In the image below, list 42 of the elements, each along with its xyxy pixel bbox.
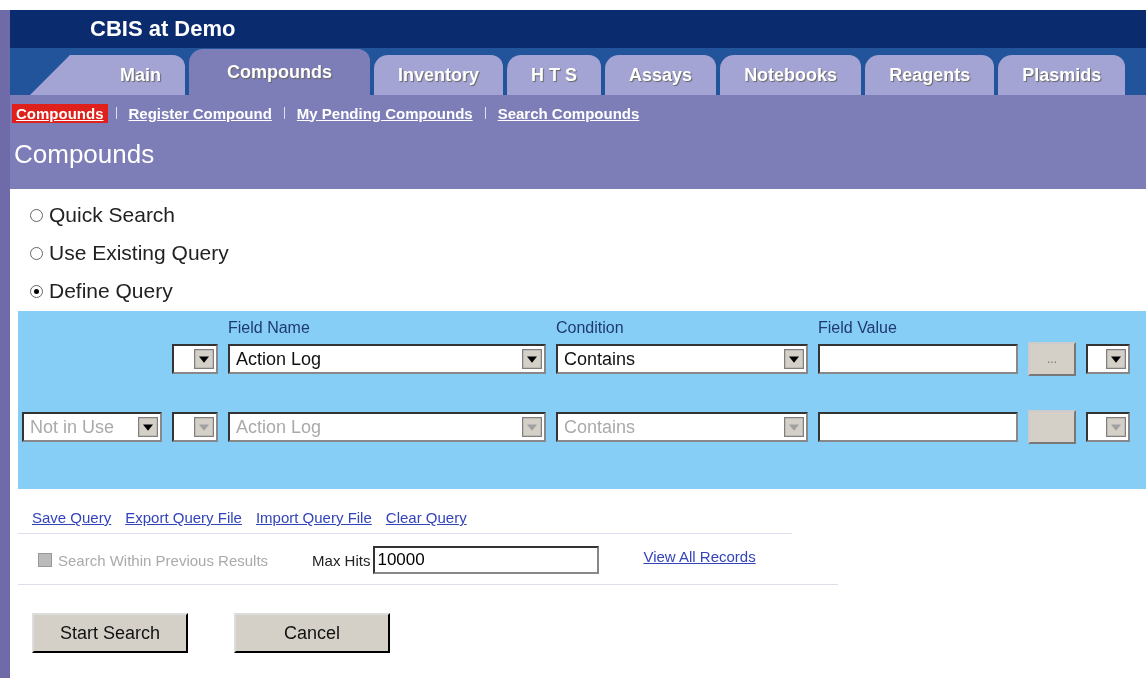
link[interactable]: Import Query File (255, 509, 372, 533)
tab[interactable]: Reagents (865, 55, 995, 95)
tab[interactable]: H T S (507, 55, 602, 95)
radio-label: Define Query (49, 279, 173, 303)
button[interactable]: Cancel (234, 613, 390, 653)
tab[interactable]: Plasmids (998, 55, 1126, 95)
radio-button[interactable] (30, 284, 43, 298)
column-header: Condition (556, 319, 625, 337)
radio-label: Quick Search (49, 203, 176, 227)
link[interactable]: Save Query (32, 509, 112, 533)
input-field[interactable]: 10000 (373, 546, 600, 574)
tab[interactable]: Assays (605, 55, 717, 95)
dropdown[interactable] (1086, 344, 1130, 374)
link[interactable]: Export Query File (125, 509, 242, 533)
dropdown[interactable]: Contains (556, 344, 808, 374)
browse-button[interactable] (1028, 410, 1076, 444)
column-header: Field Name (228, 319, 311, 337)
checkbox-label: Search Within Previous Results (58, 551, 269, 569)
radio-button[interactable] (30, 208, 43, 222)
dropdown[interactable] (172, 344, 218, 374)
tab[interactable]: Inventory (374, 55, 504, 95)
link[interactable]: Clear Query (385, 509, 467, 533)
input-field[interactable] (818, 412, 1018, 442)
link[interactable]: View All Records (643, 547, 756, 565)
tab[interactable]: Main (30, 55, 185, 95)
radio-button[interactable] (30, 246, 43, 260)
nav-link[interactable]: Compounds (12, 103, 108, 123)
nav-link[interactable]: Search Compounds (493, 103, 644, 123)
input-field[interactable] (818, 344, 1018, 374)
button[interactable]: Start Search (32, 613, 188, 653)
field-label: Max Hits (312, 551, 371, 569)
dropdown[interactable] (1086, 412, 1130, 442)
column-header: Field Value (818, 319, 898, 337)
tab[interactable]: Notebooks (720, 55, 862, 95)
tab[interactable]: Compounds (189, 49, 370, 95)
nav-link[interactable]: My Pending Compounds (292, 103, 477, 123)
dropdown[interactable]: Action Log (228, 344, 546, 374)
radio-label: Use Existing Query (49, 241, 229, 265)
nav-link[interactable]: Register Compound (124, 103, 276, 123)
page-title: Compounds (13, 138, 156, 170)
browse-button[interactable]: ... (1028, 342, 1076, 376)
app-title: CBIS at Demo (90, 16, 236, 42)
